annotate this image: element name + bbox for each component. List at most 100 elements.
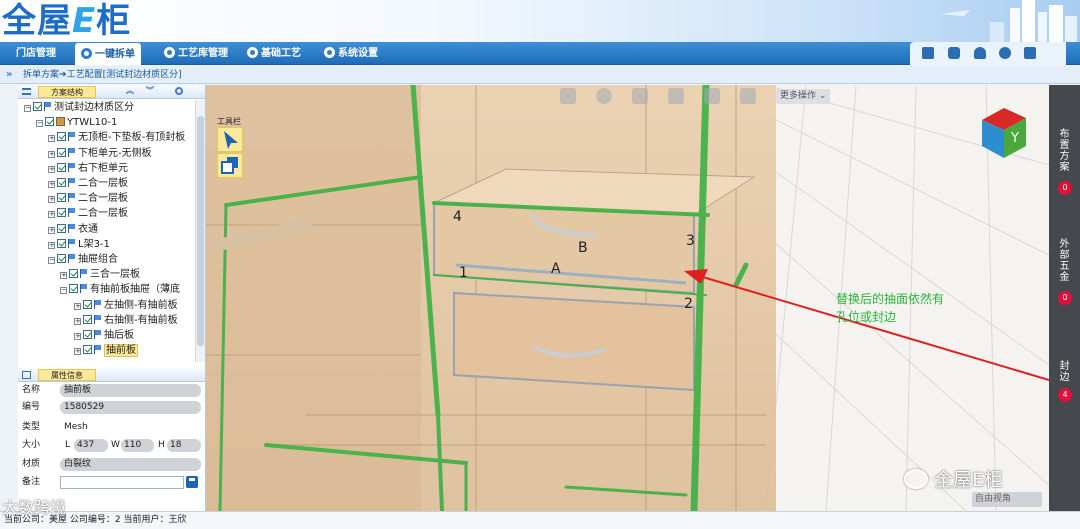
tree-item[interactable]: − 有抽前板抽屉（薄底	[60, 283, 180, 297]
tree-item-label: 下柜单元-无侧板	[78, 147, 152, 159]
tree-item-label: 二合一层板	[78, 193, 128, 205]
prop-material-value: 白裂纹	[60, 458, 201, 471]
tree-checkbox[interactable]	[69, 284, 78, 294]
select-tool-button[interactable]	[217, 127, 243, 152]
cube-icon[interactable]	[632, 88, 648, 104]
tree-scrollbar-thumb[interactable]	[197, 116, 204, 346]
tree-checkbox[interactable]	[83, 314, 92, 324]
tree-item[interactable]: + 抽前板	[74, 344, 138, 358]
tree-item[interactable]: − 测试封边材质区分	[24, 101, 134, 115]
more-operations-dropdown[interactable]: 更多操作 ⌄	[776, 89, 831, 104]
tree-checkbox[interactable]	[57, 132, 66, 142]
tab-system-settings[interactable]: 系统设置	[318, 42, 384, 65]
tree-item[interactable]: + 二合一层板	[48, 207, 128, 221]
3d-viewport[interactable]: 4 B 3 1 A 2 更多操作 ⌄ 工具栏 Y 替换后的抽面依然有 孔位或封边…	[206, 85, 1049, 511]
flash-icon[interactable]	[740, 88, 756, 104]
tree-item[interactable]: + 无顶柜-下垫板-有顶封板	[48, 131, 185, 145]
tree-checkbox[interactable]	[57, 162, 66, 172]
tree-checkbox[interactable]	[83, 345, 92, 355]
prop-row-size: 大小 L 437 W 110 H 18	[18, 438, 205, 453]
breadcrumb-link-split-plan[interactable]: 拆单方案	[23, 70, 59, 80]
user-icon[interactable]	[974, 47, 986, 59]
chevron-down-icon: ⌄	[818, 91, 827, 101]
tree-item[interactable]: + 二合一层板	[48, 177, 128, 191]
tree-checkbox[interactable]	[57, 238, 66, 248]
tab-basic-process[interactable]: 基础工艺	[241, 42, 307, 65]
expand-toggle-icon[interactable]: +	[48, 165, 55, 173]
expand-toggle-icon[interactable]: +	[48, 241, 55, 249]
tree-item[interactable]: + 衣通	[48, 223, 98, 237]
tree-checkbox[interactable]	[83, 299, 92, 309]
layers-icon[interactable]	[668, 88, 684, 104]
expand-toggle-icon[interactable]: +	[60, 272, 67, 280]
view-cube-label: Y	[1010, 131, 1019, 146]
tree-item[interactable]: + 三合一层板	[60, 268, 140, 282]
expand-toggle-icon[interactable]: +	[48, 226, 55, 234]
expand-toggle-icon[interactable]: +	[74, 317, 81, 325]
marker-A: A	[551, 261, 561, 277]
calendar-icon[interactable]	[948, 47, 960, 59]
tree-item[interactable]: + 下柜单元-无侧板	[48, 147, 152, 161]
tree-checkbox[interactable]	[57, 208, 66, 218]
tree-checkbox[interactable]	[45, 117, 54, 127]
tree-item[interactable]: − YTWL10-1	[36, 116, 117, 130]
box-icon[interactable]	[560, 88, 576, 104]
tree-item-label: 左抽侧-有抽前板	[104, 299, 178, 311]
tree-item-label: 右抽侧-有抽前板	[104, 314, 178, 326]
tab-process-library[interactable]: 工艺库管理	[158, 42, 234, 65]
expand-toggle-icon[interactable]: +	[48, 135, 55, 143]
target-icon[interactable]	[596, 88, 612, 104]
tree-item[interactable]: + 左抽侧-有抽前板	[74, 299, 178, 313]
expand-toggle-icon[interactable]: +	[74, 348, 81, 356]
collapse-toggle-icon[interactable]: −	[60, 287, 67, 295]
sidebar-item-edge-banding[interactable]: 封 边	[1049, 361, 1080, 383]
tree-checkbox[interactable]	[69, 269, 78, 279]
tree-item[interactable]: − 抽屉组合	[48, 253, 118, 267]
save-icon[interactable]	[186, 476, 198, 488]
tree-checkbox[interactable]	[57, 193, 66, 203]
tree-checkbox[interactable]	[57, 223, 66, 233]
sidebar-item-layout-plan[interactable]: 布 置 方 案	[1049, 129, 1080, 173]
tab-one-click-split[interactable]: 一键拆单	[75, 43, 141, 65]
app-header: 全屋E柜	[0, 0, 1080, 42]
tree-item[interactable]: + L架3-1	[48, 238, 110, 252]
view-mode-dropdown[interactable]: 自由视角	[972, 492, 1042, 507]
sidebar-item-external-hardware[interactable]: 外 部 五 金	[1049, 239, 1080, 283]
flag-icon	[68, 254, 76, 263]
view-cube[interactable]: Y	[982, 108, 1026, 158]
expand-toggle-icon[interactable]: +	[74, 302, 81, 310]
expand-toggle-icon[interactable]: +	[48, 196, 55, 204]
fullscreen-icon[interactable]	[704, 88, 720, 104]
status-bar: 当前公司：美屋 公司编号：2 当前用户：王欣	[0, 511, 1080, 529]
note-input[interactable]	[60, 476, 184, 489]
logout-icon[interactable]	[1024, 47, 1036, 59]
copy-tool-button[interactable]	[217, 153, 243, 178]
tree-checkbox[interactable]	[33, 102, 42, 111]
scheme-tree: − 测试封边材质区分 − YTWL10-1 + 无顶柜-下垫板-有顶封板 + 下柜单元-无侧板…	[18, 100, 196, 362]
tree-checkbox[interactable]	[57, 178, 66, 187]
expand-toggle-icon[interactable]: +	[48, 181, 55, 188]
expand-toggle-icon[interactable]: +	[48, 150, 55, 158]
tree-panel-header: 方案结构 ︽ ︾	[18, 85, 205, 99]
expand-toggle-icon[interactable]: +	[74, 333, 81, 340]
tree-checkbox[interactable]	[57, 254, 66, 263]
tree-item[interactable]: + 抽后板	[74, 329, 134, 343]
tree-checkbox[interactable]	[57, 147, 66, 157]
search-icon[interactable]	[175, 87, 183, 95]
collapse-toggle-icon[interactable]: −	[36, 120, 43, 128]
collapse-toggle-icon[interactable]: −	[24, 105, 31, 112]
tree-item[interactable]: + 右抽侧-有抽前板	[74, 314, 178, 328]
sidebar-toggle-button[interactable]: »	[6, 66, 12, 84]
props-icon	[22, 371, 31, 379]
tree-item[interactable]: + 二合一层板	[48, 192, 128, 206]
tree-scrollbar[interactable]	[195, 100, 205, 362]
tree-checkbox[interactable]	[83, 330, 92, 339]
collapse-toggle-icon[interactable]: −	[48, 257, 55, 264]
expand-toggle-icon[interactable]: +	[48, 211, 55, 219]
save-icon[interactable]	[922, 47, 934, 59]
tab-store-management[interactable]: 门店管理	[10, 42, 62, 65]
tree-item[interactable]: + 右下柜单元	[48, 162, 128, 176]
expand-down-icon[interactable]: ︾	[146, 84, 154, 98]
gear-icon[interactable]	[999, 47, 1011, 59]
collapse-up-icon[interactable]: ︽	[126, 84, 134, 98]
